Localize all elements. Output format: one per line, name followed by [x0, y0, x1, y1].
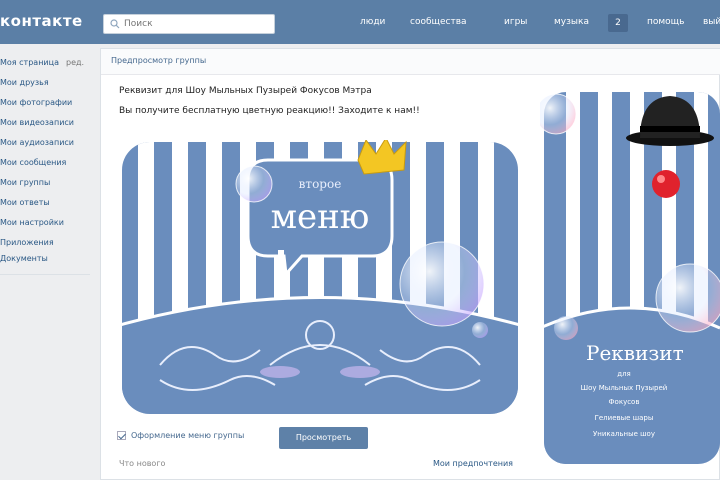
sidebar-item-label: Мои ответы: [0, 198, 50, 207]
avatar-line-1: для: [617, 370, 631, 378]
search-box[interactable]: [103, 14, 275, 34]
search-icon: [110, 19, 120, 29]
nav-logout[interactable]: выйти: [703, 17, 720, 27]
sidebar-item-label: Мои сообщения: [0, 158, 67, 167]
top-bar: контакте люди сообщества игры музыка пом…: [0, 0, 720, 44]
menu-banner-big-text: меню: [271, 197, 370, 237]
sidebar-item-label: Документы: [0, 254, 48, 263]
avatar-line-4: Гелиевые шары: [595, 414, 654, 422]
menu-banner-image[interactable]: второе меню: [120, 140, 520, 416]
sidebar-item-label: Мои фотографии: [0, 98, 73, 107]
sidebar-item-photos[interactable]: Мои фотографии: [0, 98, 72, 112]
breadcrumb[interactable]: Предпросмотр группы: [111, 56, 206, 65]
sidebar-item-answers[interactable]: Мои ответы: [0, 198, 50, 212]
footer-whats-new[interactable]: Что нового: [119, 459, 165, 468]
sidebar-item-my-page[interactable]: Моя страница: [0, 58, 59, 72]
menu-checkbox-label[interactable]: Оформление меню группы: [131, 431, 244, 440]
sidebar-item-label: Мои настройки: [0, 218, 64, 227]
nav-help[interactable]: помощь: [647, 17, 684, 27]
nav-games[interactable]: игры: [504, 17, 527, 27]
sidebar-item-documents[interactable]: Документы: [0, 254, 48, 268]
group-subtitle: Вы получите бесплатную цветную реакцию!!…: [119, 106, 420, 116]
sidebar-edit-link[interactable]: ред.: [66, 58, 84, 67]
avatar-line-2: Шоу Мыльных Пузырей: [581, 384, 668, 392]
nav-communities[interactable]: сообщества: [410, 17, 467, 27]
sidebar-item-apps[interactable]: Приложения: [0, 238, 54, 252]
preview-button[interactable]: Просмотреть: [279, 427, 368, 449]
site-logo[interactable]: контакте: [0, 12, 83, 30]
sidebar-item-label: Мои видеозаписи: [0, 118, 74, 127]
sidebar-item-label: Моя страница: [0, 58, 59, 67]
sidebar-item-label: Мои группы: [0, 178, 51, 187]
search-input[interactable]: [124, 16, 272, 32]
group-title: Реквизит для Шоу Мыльных Пузырей Фокусов…: [119, 86, 372, 96]
footer-preferences[interactable]: Мои предпочтения: [433, 459, 513, 468]
sidebar-item-messages[interactable]: Мои сообщения: [0, 158, 66, 172]
sidebar-item-audio[interactable]: Мои аудиозаписи: [0, 138, 74, 152]
card-header: Предпросмотр группы: [101, 49, 720, 75]
sidebar-item-label: Приложения: [0, 238, 54, 247]
sidebar-item-groups[interactable]: Мои группы: [0, 178, 50, 192]
sidebar-item-videos[interactable]: Мои видеозаписи: [0, 118, 74, 132]
group-avatar-image[interactable]: Реквизит для Шоу Мыльных Пузырей Фокусов…: [540, 88, 720, 468]
avatar-line-3: Фокусов: [609, 398, 640, 406]
music-badge: 2: [608, 14, 628, 32]
sidebar-item-label: Мои аудиозаписи: [0, 138, 74, 147]
sidebar-item-friends[interactable]: Мои друзья: [0, 78, 49, 92]
clown-nose: [652, 170, 680, 198]
sidebar-divider: [0, 274, 90, 275]
menu-banner-small-text: второе: [299, 177, 342, 191]
nav-music[interactable]: музыка: [554, 17, 589, 27]
avatar-line-5: Уникальные шоу: [593, 430, 655, 438]
sidebar-item-label: Мои друзья: [0, 78, 49, 87]
avatar-big-text: Реквизит: [586, 341, 684, 365]
nav-people[interactable]: люди: [360, 17, 385, 27]
menu-checkbox[interactable]: [117, 431, 126, 440]
sidebar-item-settings[interactable]: Мои настройки: [0, 218, 64, 232]
